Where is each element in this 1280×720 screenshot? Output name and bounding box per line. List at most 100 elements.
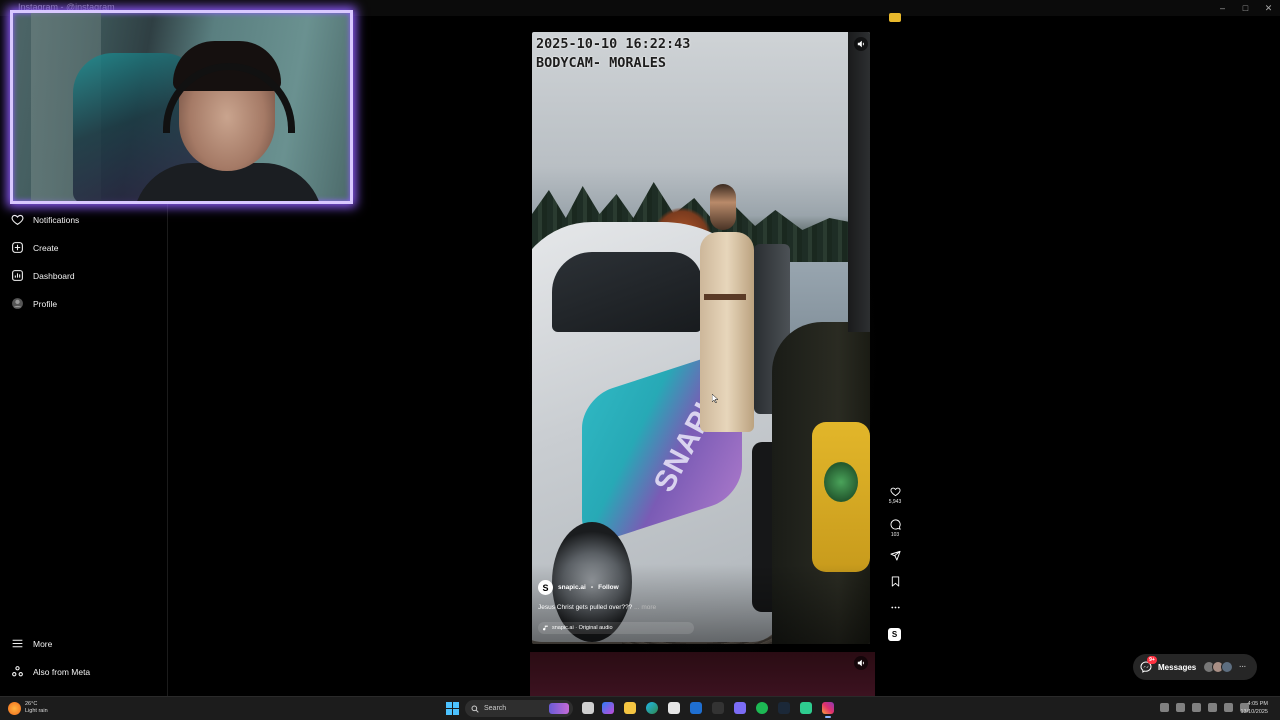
sidebar-item-label: Also from Meta <box>33 666 91 677</box>
speaker-icon <box>857 659 864 667</box>
edge-icon[interactable] <box>646 702 658 714</box>
bodycam-label: BODYCAM- MORALES <box>536 55 667 71</box>
tray-app-icon[interactable] <box>1192 703 1201 712</box>
search-icon <box>471 705 479 713</box>
windows-taskbar: 26°C Light rain Search 4:05 PM 13/10/202… <box>0 696 1280 720</box>
bodycam-timestamp: 2025-10-10 16:22:43 <box>536 36 691 52</box>
store-icon[interactable] <box>668 702 680 714</box>
copilot-icon[interactable] <box>602 702 614 714</box>
webcam-overlay <box>10 10 353 204</box>
clock-date: 13/10/2025 <box>1240 709 1268 715</box>
window-controls: – □ ✕ <box>1211 0 1280 16</box>
task-view-icon[interactable] <box>582 702 594 714</box>
like-count: 5,943 <box>888 499 902 505</box>
hamburger-icon <box>12 639 23 648</box>
sidebar-item-dashboard[interactable]: Dashboard <box>11 269 75 282</box>
sidebar-item-label: Profile <box>33 298 58 309</box>
microphone-icon[interactable] <box>1208 703 1217 712</box>
reel-video[interactable]: SNAPIC.AI 2025-10-10 16:22:43 BODYCAM- M… <box>532 32 870 644</box>
share-button[interactable] <box>885 550 905 563</box>
robed-figure-head <box>710 184 736 230</box>
windows-start-icon[interactable] <box>446 702 459 715</box>
caption-more-link[interactable]: ... more <box>634 604 656 611</box>
comment-count: 103 <box>890 532 900 538</box>
sidebar-item-create[interactable]: Create <box>11 241 59 254</box>
sidebar-item-label: Notifications <box>33 214 80 225</box>
taskbar-search[interactable]: Search <box>465 700 573 717</box>
sidebar-item-notifications[interactable]: Notifications <box>11 213 79 226</box>
like-button[interactable]: 5,943 <box>885 486 905 505</box>
messages-badge: 9+ <box>1147 656 1157 664</box>
weather-desc: Light rain <box>25 708 48 714</box>
search-placeholder: Search <box>484 705 507 712</box>
bodycam-stamp: 2025-10-10 16:22:43 BODYCAM- MORALES <box>536 35 690 73</box>
next-reel-volume-button[interactable] <box>854 656 868 670</box>
caption-text: Jesus Christ gets pulled over??? <box>538 604 633 611</box>
weather-sun-icon <box>8 701 21 715</box>
outlook-icon[interactable] <box>690 702 702 714</box>
close-button[interactable]: ✕ <box>1257 0 1280 16</box>
audio-attribution[interactable]: snapic.ai · Original audio <box>538 622 694 634</box>
avatar-icon <box>12 298 23 309</box>
save-button[interactable] <box>885 576 905 589</box>
messages-button[interactable]: 9+ Messages ··· <box>1133 654 1257 680</box>
next-reel-preview[interactable] <box>530 652 875 696</box>
send-icon <box>889 550 901 561</box>
instagram-icon[interactable] <box>822 702 834 718</box>
reel-caption: Jesus Christ gets pulled over??? ... mor… <box>538 604 656 611</box>
steam-icon[interactable] <box>778 702 790 714</box>
more-options-button[interactable] <box>885 602 905 615</box>
reel-top-badge-icon <box>889 13 901 22</box>
spotify-icon[interactable] <box>756 702 768 714</box>
chart-icon <box>12 270 23 281</box>
maximize-button[interactable]: □ <box>1234 0 1257 16</box>
speaker-icon <box>857 40 864 48</box>
app-icon[interactable] <box>712 702 724 714</box>
meta-icon <box>12 666 23 677</box>
mouse-cursor-icon <box>712 394 718 403</box>
separator-dot: • <box>590 584 594 591</box>
weather-temp: 26°C <box>25 701 38 707</box>
messenger-icon: 9+ <box>1140 656 1157 673</box>
author-username[interactable]: snapic.ai <box>558 584 586 591</box>
robed-figure <box>700 232 754 432</box>
sidebar-item-also-from-meta[interactable]: Also from Meta <box>11 665 90 678</box>
messages-label: Messages <box>1158 662 1197 672</box>
heart-icon <box>11 214 24 226</box>
plus-square-icon <box>12 242 23 253</box>
car-window <box>552 252 702 332</box>
robe-belt <box>704 294 746 300</box>
message-avatars <box>1203 661 1234 673</box>
ellipsis-icon <box>890 606 900 609</box>
volume-button[interactable] <box>854 37 868 51</box>
follow-button[interactable]: Follow <box>598 584 619 591</box>
audio-label: snapic.ai · Original audio <box>552 625 613 631</box>
weather-widget[interactable]: 26°C Light rain <box>8 701 48 715</box>
sidebar-item-label: Create <box>33 242 59 253</box>
sidebar-item-profile[interactable]: Profile <box>11 297 57 310</box>
app-icon-green[interactable] <box>800 702 812 714</box>
author-avatar[interactable]: S <box>538 580 553 595</box>
music-note-icon <box>543 625 548 631</box>
minimize-button[interactable]: – <box>1211 0 1234 16</box>
sidebar-item-more[interactable]: More <box>11 637 52 650</box>
chevron-up-icon[interactable] <box>1160 703 1169 712</box>
officer-edge <box>848 32 870 332</box>
sidebar-item-label: More <box>33 638 53 649</box>
reel-author-row: S snapic.ai • Follow <box>538 580 619 595</box>
sidebar-item-label: Dashboard <box>33 270 75 281</box>
sheriff-badge-emblem <box>824 462 858 502</box>
audio-thumbnail[interactable]: S <box>888 628 901 641</box>
tray-app-icon[interactable] <box>1176 703 1185 712</box>
wifi-icon[interactable] <box>1224 703 1233 712</box>
taskbar-clock[interactable]: 4:05 PM 13/10/2025 <box>1240 700 1268 716</box>
messages-ellipsis: ··· <box>1239 663 1247 671</box>
comment-button[interactable]: 103 <box>885 519 905 538</box>
file-explorer-icon[interactable] <box>624 702 636 714</box>
comment-icon <box>890 519 901 530</box>
heart-icon <box>889 487 901 497</box>
bookmark-icon <box>891 576 899 587</box>
search-highlight-icon <box>549 703 569 714</box>
discord-icon[interactable] <box>734 702 746 714</box>
avatar <box>1221 661 1234 673</box>
